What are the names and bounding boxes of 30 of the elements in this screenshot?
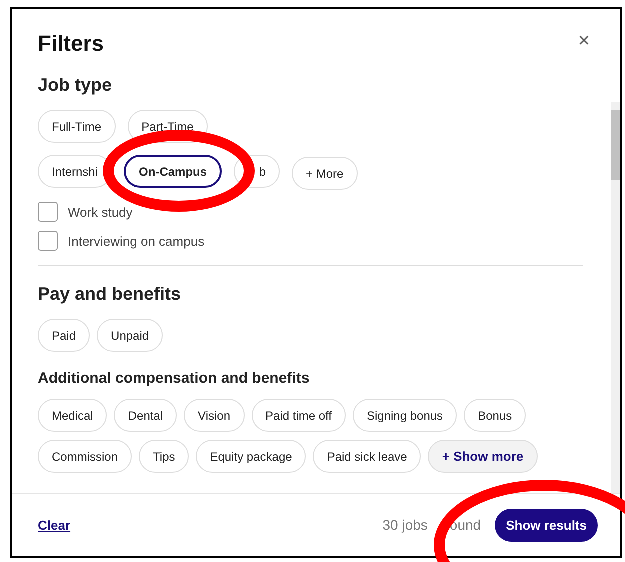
filter-chip[interactable]: Commission [38, 440, 132, 473]
filter-chip[interactable]: Vision [184, 399, 245, 432]
filter-chip[interactable]: Dental [114, 399, 178, 432]
filter-chip[interactable]: Medical [38, 399, 108, 432]
results-count: 30 jobs [382, 517, 428, 533]
filter-chip[interactable]: Paid time off [252, 399, 346, 432]
filter-chip[interactable]: Full-Time [38, 110, 116, 143]
checkbox[interactable] [38, 231, 58, 251]
results-count: ound [450, 517, 482, 533]
show-results-button[interactable]: Show results [495, 508, 598, 542]
checkbox-label: Work study [68, 204, 133, 220]
filter-chip[interactable]: On-Campus [124, 155, 222, 188]
section-title: Job type [38, 75, 114, 96]
filter-chip[interactable]: Bonus [464, 399, 526, 432]
filter-chip[interactable]: Signing bonus [353, 399, 458, 432]
subsection-title: Additional compensation and benefits [38, 370, 311, 387]
scrollbar[interactable] [611, 102, 620, 493]
filter-chip[interactable]: Equity package [196, 440, 306, 473]
more-button[interactable]: + More [292, 157, 358, 190]
clear-link[interactable]: Clear [38, 518, 71, 532]
show-more-button[interactable]: + Show more [428, 440, 538, 473]
filter-chip[interactable]: Paid [38, 319, 90, 352]
dialog-title: Filters [38, 31, 104, 57]
filter-chip[interactable]: Paid sick leave [313, 440, 422, 473]
filter-chip[interactable]: Unpaid [97, 319, 164, 352]
filter-chip[interactable]: Tips [139, 440, 190, 473]
section-title: Pay and benefits [38, 284, 182, 305]
checkbox[interactable] [38, 202, 58, 222]
checkbox-label: Interviewing on campus [68, 234, 205, 248]
close-button[interactable]: × [574, 31, 594, 51]
